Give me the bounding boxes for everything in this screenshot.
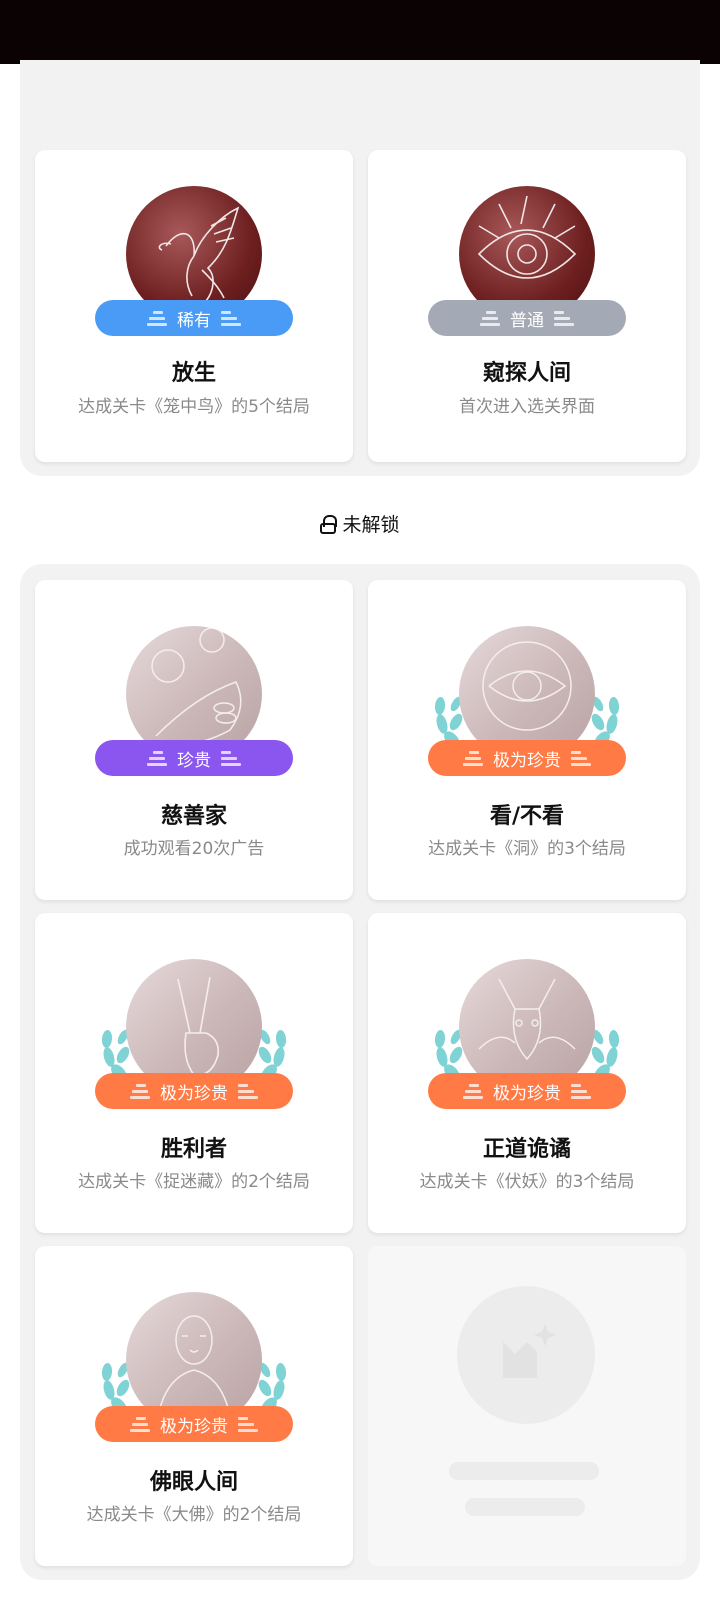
locked-label-text: 未解锁 <box>342 514 400 536</box>
rarity-badge: 极为珍贵 <box>95 1073 293 1109</box>
achievement-title: 放生 <box>171 361 216 386</box>
achievement-title: 看/不看 <box>489 804 565 829</box>
placeholder-desc-bar <box>465 1498 585 1516</box>
rarity-label: 极为珍贵 <box>493 750 561 771</box>
rarity-label: 极为珍贵 <box>160 1416 228 1437</box>
achievement-desc: 达成关卡《洞》的3个结局 <box>428 839 626 859</box>
achievement-title: 正道诡谲 <box>482 1137 571 1162</box>
rarity-label: 稀有 <box>177 310 211 331</box>
lock-icon <box>320 515 338 534</box>
achievement-title: 佛眼人间 <box>149 1470 238 1495</box>
achievement-card[interactable]: 珍贵 慈善家 成功观看20次广告 <box>35 580 353 900</box>
achievement-title: 慈善家 <box>160 804 227 829</box>
placeholder-card <box>368 1246 686 1566</box>
achievement-desc: 成功观看20次广告 <box>123 839 265 859</box>
rarity-badge: 稀有 <box>95 300 293 336</box>
achievement-card[interactable]: 普通 窥探人间 首次进入选关界面 <box>368 150 686 462</box>
placeholder-title-bar <box>449 1462 599 1480</box>
achievement-card[interactable]: 极为珍贵 看/不看 达成关卡《洞》的3个结局 <box>368 580 686 900</box>
locked-section-label: 未解锁 <box>0 510 720 537</box>
rarity-badge: 珍贵 <box>95 740 293 776</box>
achievement-card[interactable]: 极为珍贵 佛眼人间 达成关卡《大佛》的2个结局 <box>35 1246 353 1566</box>
image-placeholder-icon <box>503 1324 556 1378</box>
achievement-card[interactable]: 极为珍贵 正道诡谲 达成关卡《伏妖》的3个结局 <box>368 913 686 1233</box>
rarity-badge: 极为珍贵 <box>95 1406 293 1442</box>
achievement-card[interactable]: 极为珍贵 胜利者 达成关卡《捉迷藏》的2个结局 <box>35 913 353 1233</box>
rarity-label: 珍贵 <box>177 750 211 771</box>
rarity-badge: 极为珍贵 <box>428 740 626 776</box>
achievement-desc: 达成关卡《大佛》的2个结局 <box>86 1505 302 1525</box>
rarity-label: 极为珍贵 <box>160 1083 228 1104</box>
achievement-card[interactable]: 稀有 放生 达成关卡《笼中鸟》的5个结局 <box>35 150 353 462</box>
achievement-desc: 达成关卡《伏妖》的3个结局 <box>419 1172 635 1192</box>
placeholder-circle <box>457 1286 595 1424</box>
rarity-label: 普通 <box>510 310 544 331</box>
rarity-badge: 普通 <box>428 300 626 336</box>
achievement-desc: 达成关卡《笼中鸟》的5个结局 <box>78 397 310 417</box>
achievement-title: 窥探人间 <box>482 361 571 386</box>
achievement-desc: 达成关卡《捉迷藏》的2个结局 <box>78 1172 310 1192</box>
rarity-badge: 极为珍贵 <box>428 1073 626 1109</box>
achievement-desc: 首次进入选关界面 <box>459 397 595 417</box>
rarity-label: 极为珍贵 <box>493 1083 561 1104</box>
achievement-title: 胜利者 <box>160 1137 227 1162</box>
status-bar <box>0 0 720 64</box>
